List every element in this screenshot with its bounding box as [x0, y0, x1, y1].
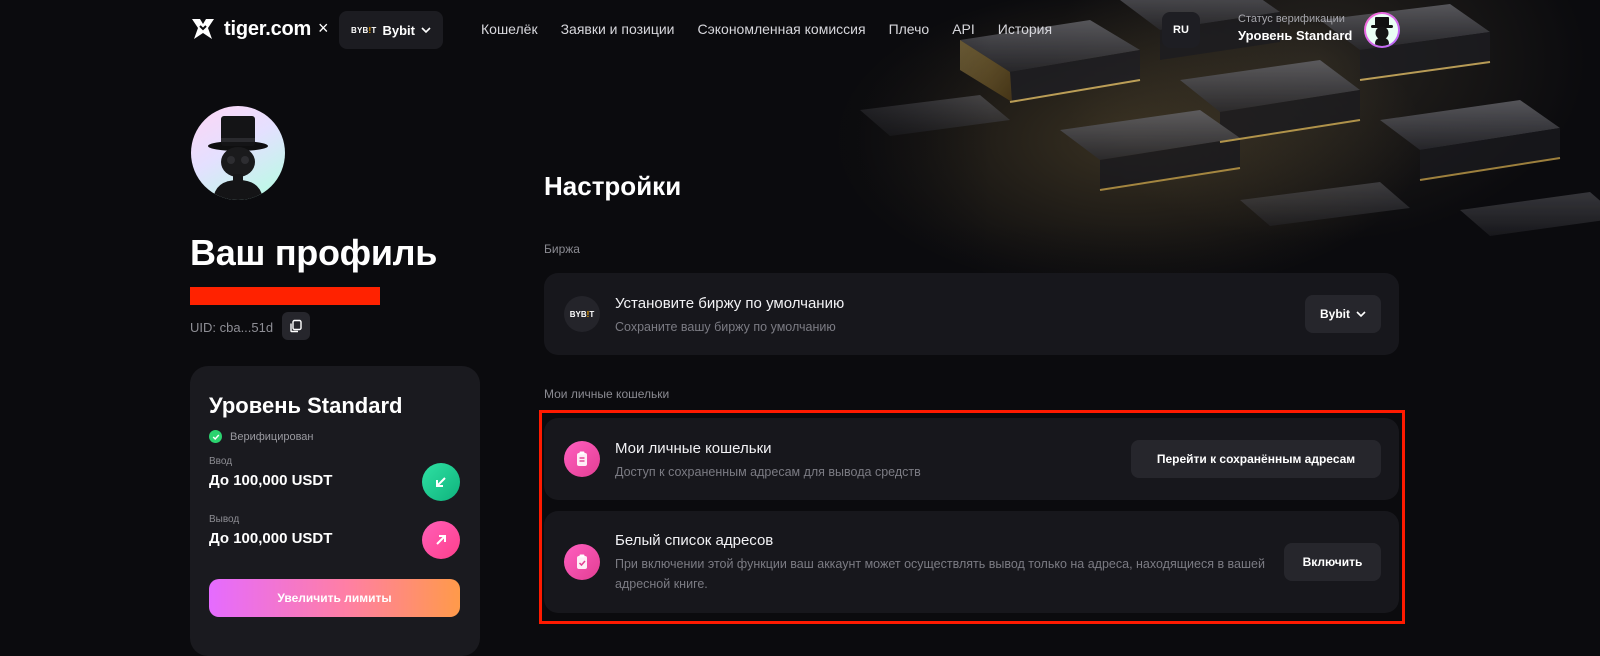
- arrow-in-icon: [422, 463, 460, 501]
- bybit-badge: BYB!T: [351, 25, 377, 35]
- deposit-label: Ввод: [209, 456, 233, 467]
- tiger-logo[interactable]: tiger.com: [190, 17, 311, 41]
- nav-saved-fees[interactable]: Сэкономленная комиссия: [698, 21, 866, 37]
- settings-title: Настройки: [544, 171, 682, 201]
- verification-level: Уровень Standard: [1238, 28, 1353, 43]
- check-icon: [209, 430, 222, 443]
- exchange-select-label: Bybit: [382, 22, 415, 38]
- withdraw-limit: До 100,000 USDT: [209, 530, 333, 547]
- level-card: Уровень Standard Верифицирован Ввод До 1…: [190, 366, 480, 656]
- exchange-select[interactable]: BYB!T Bybit: [339, 11, 443, 49]
- profile-title: Ваш профиль: [190, 232, 438, 273]
- nav-api[interactable]: API: [952, 21, 975, 37]
- separator: ×: [318, 18, 329, 38]
- annotation-highlight-box: [539, 410, 1405, 624]
- nav-wallet[interactable]: Кошелёк: [481, 21, 538, 37]
- nav-leverage[interactable]: Плечо: [889, 21, 930, 37]
- nav-history[interactable]: История: [998, 21, 1052, 37]
- withdraw-label: Вывод: [209, 514, 240, 525]
- profile-avatar: [191, 106, 285, 200]
- bybit-logo-icon: BYB!T: [564, 296, 600, 332]
- default-exchange-value: Bybit: [1320, 307, 1350, 321]
- avatar-image: [1371, 17, 1393, 46]
- default-exchange-subtitle: Сохраните вашу биржу по умолчанию: [615, 320, 836, 334]
- chevron-down-icon: [421, 27, 431, 34]
- tiger-logo-icon: [192, 19, 214, 39]
- verification-status[interactable]: Статус верификации Уровень Standard: [1238, 13, 1352, 43]
- redaction-bar: [190, 287, 380, 305]
- arrow-out-icon: [422, 521, 460, 559]
- verified-label: Верифицирован: [230, 430, 314, 443]
- wallets-section-label: Мои личные кошельки: [544, 387, 670, 401]
- copy-icon: [290, 319, 302, 333]
- logo-text: tiger.com: [224, 17, 312, 40]
- verification-label: Статус верификации: [1238, 13, 1345, 25]
- copy-uid-button[interactable]: [282, 312, 310, 340]
- top-header: tiger.com × BYB!T Bybit Кошелёк Заявки и…: [0, 0, 1600, 60]
- user-uid: UID: cba...51d: [190, 320, 274, 335]
- main-nav: Кошелёк Заявки и позиции Сэкономленная к…: [481, 21, 1052, 37]
- header-avatar[interactable]: [1364, 12, 1400, 48]
- avatar-image: [208, 116, 268, 200]
- default-exchange-title: Установите биржу по умолчанию: [615, 295, 845, 312]
- increase-limits-button[interactable]: Увеличить лимиты: [209, 579, 460, 617]
- chevron-down-icon: [1356, 311, 1366, 318]
- default-exchange-select[interactable]: Bybit: [1305, 295, 1381, 333]
- default-exchange-card: BYB!T Установите биржу по умолчанию Сохр…: [544, 273, 1399, 355]
- deposit-limit: До 100,000 USDT: [209, 472, 333, 489]
- nav-orders[interactable]: Заявки и позиции: [561, 21, 675, 37]
- verified-status: Верифицирован: [209, 430, 314, 443]
- language-button[interactable]: RU: [1162, 12, 1200, 48]
- exchange-section-label: Биржа: [544, 242, 580, 256]
- level-title: Уровень Standard: [209, 393, 403, 418]
